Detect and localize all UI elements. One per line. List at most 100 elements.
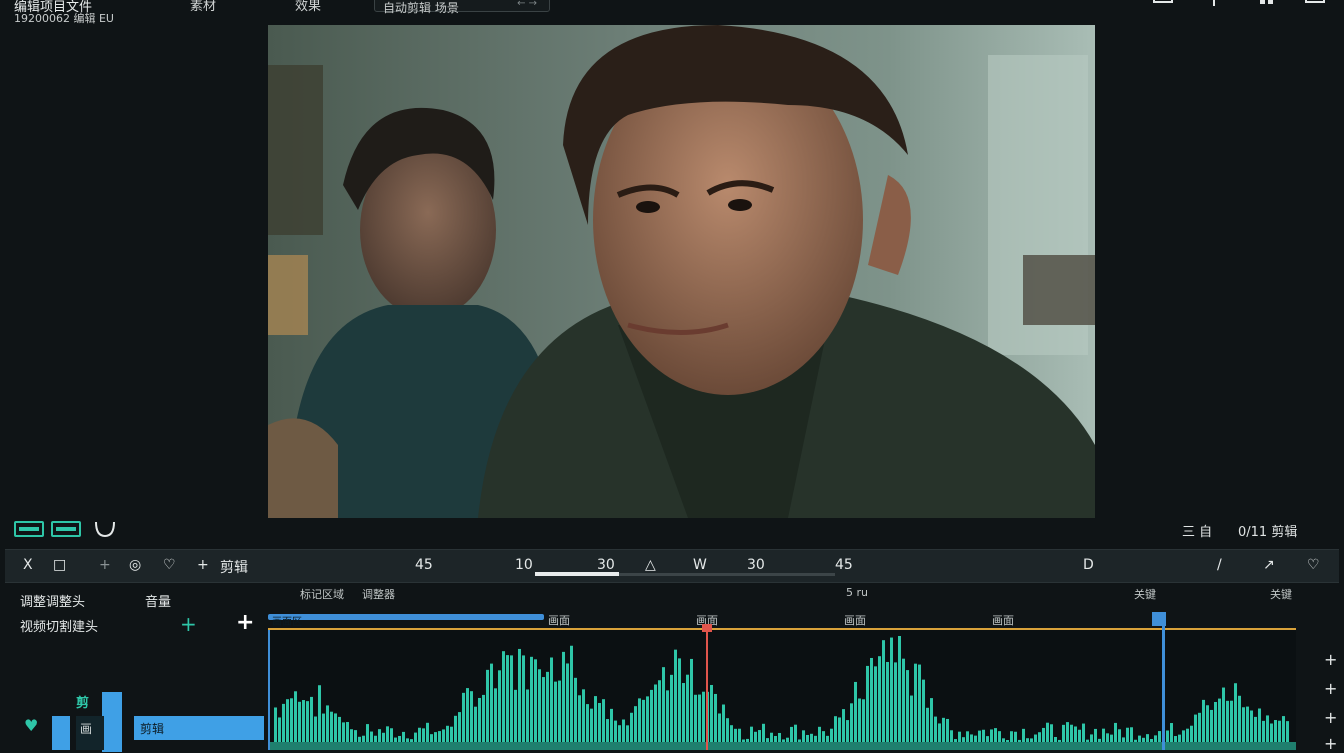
heart-track-icon[interactable]: ♥ <box>24 716 38 735</box>
add-track-icon[interactable]: + <box>1324 679 1337 698</box>
ruler-label: 关键 <box>1270 588 1292 601</box>
waveform-bar <box>894 662 897 748</box>
pause-icon[interactable] <box>1256 0 1278 8</box>
waveform-bar <box>602 699 605 748</box>
video-preview[interactable] <box>268 25 1095 518</box>
add-marker-icon[interactable]: + <box>1324 708 1337 727</box>
timecode-b: 30 <box>597 557 615 573</box>
waveform-bar <box>1242 707 1245 748</box>
speed-control[interactable]: 45 <box>415 557 433 573</box>
pen-icon[interactable]: / <box>1217 557 1222 573</box>
in-marker[interactable] <box>1152 612 1166 626</box>
window-icon[interactable] <box>1152 0 1174 8</box>
waveform-bar <box>918 664 921 748</box>
audio-waveform <box>270 636 1296 750</box>
search-field[interactable]: 自动剪辑 场景 ← → <box>374 0 550 15</box>
waveform-bar <box>466 688 469 748</box>
waveform-bar <box>882 640 885 748</box>
waveform-bar <box>678 658 681 748</box>
nav-arrows[interactable]: ← → <box>517 0 537 9</box>
magnet-icon[interactable] <box>92 520 118 538</box>
waveform-bar <box>530 656 533 748</box>
waveform-bar <box>502 651 505 748</box>
waveform-bar <box>898 636 901 748</box>
playhead-handle[interactable] <box>702 624 712 632</box>
play-icon[interactable]: △ <box>645 557 656 573</box>
waveform-bar <box>1226 700 1229 748</box>
clip-block-a[interactable] <box>102 692 122 752</box>
clip-block-b[interactable] <box>52 716 70 750</box>
heart-icon[interactable]: ♡ <box>1307 557 1320 573</box>
fullscreen-icon[interactable] <box>1304 0 1326 8</box>
waveform-bar <box>874 666 877 748</box>
clip-block-d[interactable]: 剪辑 <box>134 716 264 740</box>
cut-icon[interactable]: X <box>23 557 33 573</box>
favorite-icon[interactable]: ♡ <box>163 557 176 573</box>
waveform-bar <box>310 696 313 748</box>
waveform-bar <box>1230 700 1233 748</box>
waveform-bar <box>1222 687 1225 748</box>
waveform-bar <box>1214 701 1217 748</box>
waveform-icon[interactable]: W <box>693 557 707 573</box>
add-icon[interactable]: + <box>197 557 209 573</box>
waveform-bar <box>1218 698 1221 748</box>
editing-toolbar: X □ + ◎ ♡ + 剪辑 45 10 30 △ W 30 45 D / ↗ … <box>5 549 1339 583</box>
waveform-bar <box>494 688 497 748</box>
waveform-bar <box>922 679 925 748</box>
menu-media[interactable]: 素材 <box>190 0 216 14</box>
track-label-adjust: 调整调整头 <box>20 595 86 610</box>
waveform-bar <box>654 684 657 748</box>
crop-icon[interactable]: □ <box>53 557 66 573</box>
audio-badge[interactable]: 剪 <box>76 692 94 711</box>
waveform-bar <box>694 694 697 748</box>
waveform-bar <box>282 703 285 748</box>
audio-track[interactable] <box>270 630 1296 750</box>
selection-range[interactable] <box>268 614 544 620</box>
waveform-bar <box>302 700 305 748</box>
waveform-bar <box>538 669 541 748</box>
add-track-icon[interactable]: + <box>180 612 197 636</box>
scrub-progress <box>535 572 619 576</box>
waveform-bar <box>570 645 573 748</box>
loop-icon[interactable]: ◎ <box>129 557 141 573</box>
waveform-bar <box>550 657 553 748</box>
edit-button[interactable]: 剪辑 <box>220 557 248 577</box>
timeline[interactable]: 标记区域 调整器 5 ru 关键 关键 画面区 画面 画面 画面 画面 <box>268 586 1298 750</box>
menu-effects[interactable]: 效果 <box>295 0 321 14</box>
out-line <box>1162 626 1165 750</box>
clip-block-c[interactable]: 画 <box>76 716 104 750</box>
export-icon[interactable]: ↗ <box>1263 557 1275 573</box>
waveform-bar <box>598 702 601 748</box>
list-toggle[interactable]: 三 自 <box>1182 521 1212 540</box>
ruler-label: 调整器 <box>362 588 395 601</box>
waveform-bar <box>290 698 293 748</box>
split-icon[interactable]: + <box>99 557 111 573</box>
waveform-bar <box>722 704 725 748</box>
waveform-bar <box>686 674 689 748</box>
clip-counter: 0/11 剪辑 <box>1238 525 1298 540</box>
waveform-bar <box>478 697 481 748</box>
waveform-bar <box>294 691 297 748</box>
waveform-bar <box>850 703 853 748</box>
grid-view-icon[interactable] <box>51 521 81 537</box>
selection-label: 画面区 <box>272 617 302 628</box>
waveform-bar <box>886 661 889 748</box>
waveform-bar <box>506 655 509 748</box>
waveform-bar <box>854 681 857 748</box>
track-view-icon[interactable] <box>14 521 44 537</box>
add-icon[interactable]: + <box>236 610 254 635</box>
waveform-bar <box>486 669 489 748</box>
flag-icon[interactable] <box>1208 0 1230 8</box>
waveform-bar <box>646 696 649 748</box>
waveform-bar <box>890 637 893 748</box>
timecode-d: 45 <box>835 557 853 573</box>
playhead[interactable] <box>706 624 708 750</box>
more-icon[interactable]: + <box>1324 734 1337 753</box>
waveform-bar <box>910 695 913 748</box>
track-label-volume: 音量 <box>145 595 172 610</box>
waveform-bar <box>474 706 477 748</box>
marker-icon[interactable]: D <box>1083 557 1094 573</box>
waveform-bar <box>650 689 653 748</box>
ruler-sub: 画面 <box>992 614 1014 627</box>
zoom-in-icon[interactable]: + <box>1324 650 1337 669</box>
